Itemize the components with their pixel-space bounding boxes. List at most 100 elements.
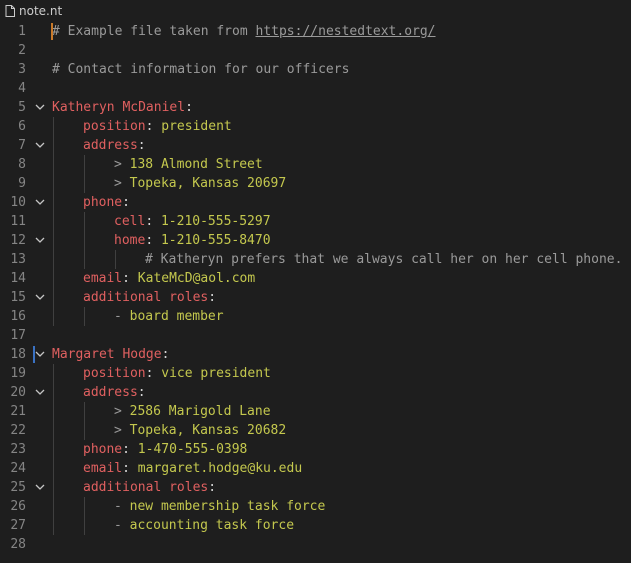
code-line[interactable]: 2 [0,41,631,60]
string-value: 138 Almond Street [129,157,263,172]
line-code: cell: 1-210-555-5297 [114,212,271,231]
code-line[interactable]: 15 additional roles: [0,288,631,307]
fold-chevron-icon[interactable] [33,383,47,402]
line-number: 19 [10,366,26,381]
text-cursor [51,23,53,40]
code-line[interactable]: 6 position: president [0,117,631,136]
line-code: - new membership task force [114,497,325,516]
list-marker: - [114,499,130,514]
key-name: Margaret Hodge [52,347,162,362]
code-editor[interactable]: note.nt 1 # Example file taken from https… [0,0,631,563]
line-code: position: vice president [83,364,271,383]
string-value: Topeka, Kansas 20697 [129,176,287,191]
code-line[interactable]: 26 - new membership task force [0,497,631,516]
code-line[interactable]: 27 - accounting task force [0,516,631,535]
line-number: 27 [10,518,26,533]
line-code: > 2586 Marigold Lane [114,402,271,421]
code-line[interactable]: 16 - board member [0,307,631,326]
code-line[interactable]: 20 address: [0,383,631,402]
string-marker: > [114,157,130,172]
key-name: email [83,461,123,476]
line-code: phone: 1-470-555-0398 [83,440,247,459]
code-line[interactable]: 19 position: vice president [0,364,631,383]
code-line[interactable]: 7 address: [0,136,631,155]
fold-chevron-icon[interactable] [33,478,47,497]
key-colon: : [122,442,130,457]
line-number: 22 [10,423,26,438]
line-number: 9 [18,176,26,191]
fold-chevron-icon[interactable] [33,98,47,117]
key-colon: : [122,271,130,286]
list-marker: - [114,518,130,533]
line-code: - accounting task force [114,516,294,535]
line-number: 16 [10,309,26,324]
code-line[interactable]: 17 [0,326,631,345]
key-name: Katheryn McDaniel [52,100,186,115]
key-name: additional roles [83,290,209,305]
code-line[interactable]: 1 # Example file taken from https://neste… [0,22,631,41]
key-name: cell [114,214,146,229]
code-line[interactable]: 21 > 2586 Marigold Lane [0,402,631,421]
indent-guide [53,117,54,326]
key-name: email [83,271,123,286]
key-value: 1-210-555-8470 [160,233,271,248]
code-line[interactable]: 4 [0,79,631,98]
code-line[interactable]: 24 email: margaret.hodge@ku.edu [0,459,631,478]
fold-chevron-icon[interactable] [33,193,47,212]
code-line[interactable]: 28 [0,535,631,554]
line-number: 4 [18,81,26,96]
indent-guide [53,364,54,535]
code-line[interactable]: 25 additional roles: [0,478,631,497]
line-number: 7 [18,138,26,153]
code-line[interactable]: 14 email: KateMcD@aol.com [0,269,631,288]
list-value: new membership task force [129,499,326,514]
line-code: email: KateMcD@aol.com [83,269,255,288]
code-line[interactable]: 23 phone: 1-470-555-0398 [0,440,631,459]
key-name: address [83,138,138,153]
comment-link[interactable]: https://nestedtext.org/ [256,24,436,39]
line-number: 1 [18,24,26,39]
fold-chevron-icon[interactable] [33,288,47,307]
indent-guide [84,402,85,440]
tab-bar: note.nt [0,0,631,22]
line-number: 24 [10,461,26,476]
fold-chevron-icon[interactable] [33,345,47,364]
indent-guide [115,250,116,269]
line-number: 2 [18,43,26,58]
line-code: Margaret Hodge: [52,345,169,364]
code-line[interactable]: 10 phone: [0,193,631,212]
key-value: president [161,119,232,134]
fold-chevron-icon[interactable] [33,231,47,250]
code-line[interactable]: 3 # Contact information for our officers [0,60,631,79]
code-line[interactable]: 18 Margaret Hodge: [0,345,631,364]
code-line[interactable]: 12 home: 1-210-555-8470 [0,231,631,250]
tab-note-nt[interactable]: note.nt [0,0,68,22]
comment-text: # Example file taken from [52,24,256,39]
tab-label: note.nt [19,4,63,18]
key-name: additional roles [83,480,209,495]
key-colon: : [122,195,130,210]
code-line[interactable]: 22 > Topeka, Kansas 20682 [0,421,631,440]
line-number: 15 [10,290,26,305]
code-line[interactable]: 8 > 138 Almond Street [0,155,631,174]
key-name: phone [83,195,123,210]
line-number: 12 [10,233,26,248]
string-value: 2586 Marigold Lane [129,404,271,419]
line-code: position: president [83,117,232,136]
code-line[interactable]: 5 Katheryn McDaniel: [0,98,631,117]
line-number: 23 [10,442,26,457]
code-line[interactable]: 9 > Topeka, Kansas 20697 [0,174,631,193]
line-code: phone: [83,193,130,212]
line-number: 14 [10,271,26,286]
line-number: 10 [10,195,26,210]
key-colon: : [122,461,130,476]
line-number: 20 [10,385,26,400]
key-value: KateMcD@aol.com [137,271,256,286]
code-line[interactable]: 13 # Katheryn prefers that we always call… [0,250,631,269]
code-line[interactable]: 11 cell: 1-210-555-5297 [0,212,631,231]
line-code: address: [83,136,146,155]
fold-chevron-icon[interactable] [33,136,47,155]
indent-guide [84,497,85,535]
line-number: 17 [10,328,26,343]
